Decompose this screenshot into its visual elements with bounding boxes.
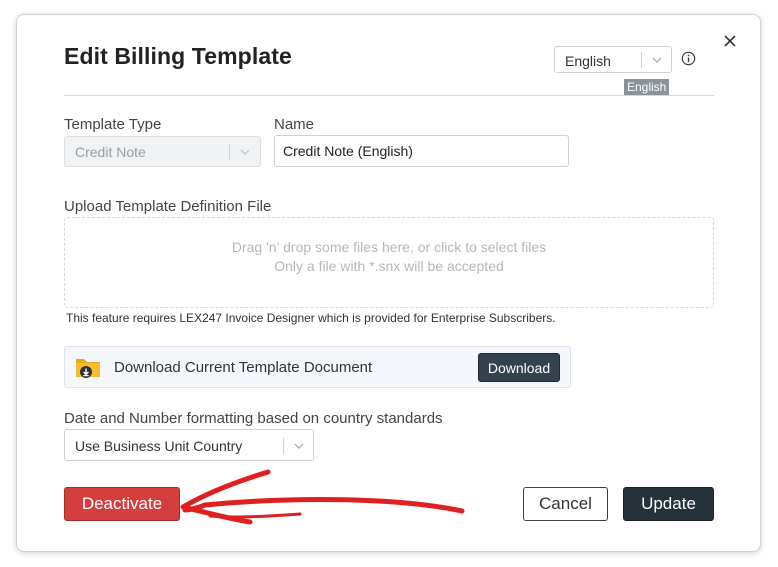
upload-label: Upload Template Definition File xyxy=(64,198,272,215)
name-input[interactable] xyxy=(274,135,569,167)
select-separator xyxy=(283,438,284,454)
language-select[interactable]: English xyxy=(554,46,672,73)
template-type-select: Credit Note xyxy=(64,136,261,167)
dropzone-instruction: Drag 'n' drop some files here, or click … xyxy=(231,239,547,255)
dialog-title: Edit Billing Template xyxy=(64,43,292,69)
folder-download-icon xyxy=(76,359,100,378)
chevron-down-icon[interactable] xyxy=(293,440,305,452)
cancel-button[interactable]: Cancel xyxy=(523,487,608,521)
header-divider xyxy=(64,95,714,96)
chevron-down-icon[interactable] xyxy=(651,54,663,66)
chevron-down-icon xyxy=(240,149,250,155)
name-label: Name xyxy=(274,116,315,133)
close-icon[interactable] xyxy=(720,31,740,51)
template-type-label: Template Type xyxy=(64,116,162,133)
language-select-value: English xyxy=(565,53,611,69)
template-type-value: Credit Note xyxy=(75,144,146,160)
edit-billing-template-dialog: Edit Billing Template English English Te… xyxy=(16,14,761,552)
download-button[interactable]: Download xyxy=(478,353,560,382)
info-icon[interactable] xyxy=(681,51,696,66)
language-tooltip: English xyxy=(624,79,670,95)
formatting-label: Date and Number formatting based on coun… xyxy=(64,410,443,427)
update-button[interactable]: Update xyxy=(623,487,714,521)
country-format-select[interactable]: Use Business Unit Country xyxy=(64,429,314,461)
deactivate-button[interactable]: Deactivate xyxy=(64,487,180,521)
select-separator xyxy=(641,52,642,68)
designer-requirement-note: This feature requires LEX247 Invoice Des… xyxy=(66,311,556,325)
file-dropzone[interactable]: Drag 'n' drop some files here, or click … xyxy=(64,217,714,308)
select-separator xyxy=(229,144,230,160)
dropzone-accept-hint: Only a file with *.snx will be accepted xyxy=(274,258,504,274)
download-template-label: Download Current Template Document xyxy=(114,359,373,376)
download-template-panel: Download Current Template Document Downl… xyxy=(64,346,571,388)
country-format-value: Use Business Unit Country xyxy=(75,438,243,454)
